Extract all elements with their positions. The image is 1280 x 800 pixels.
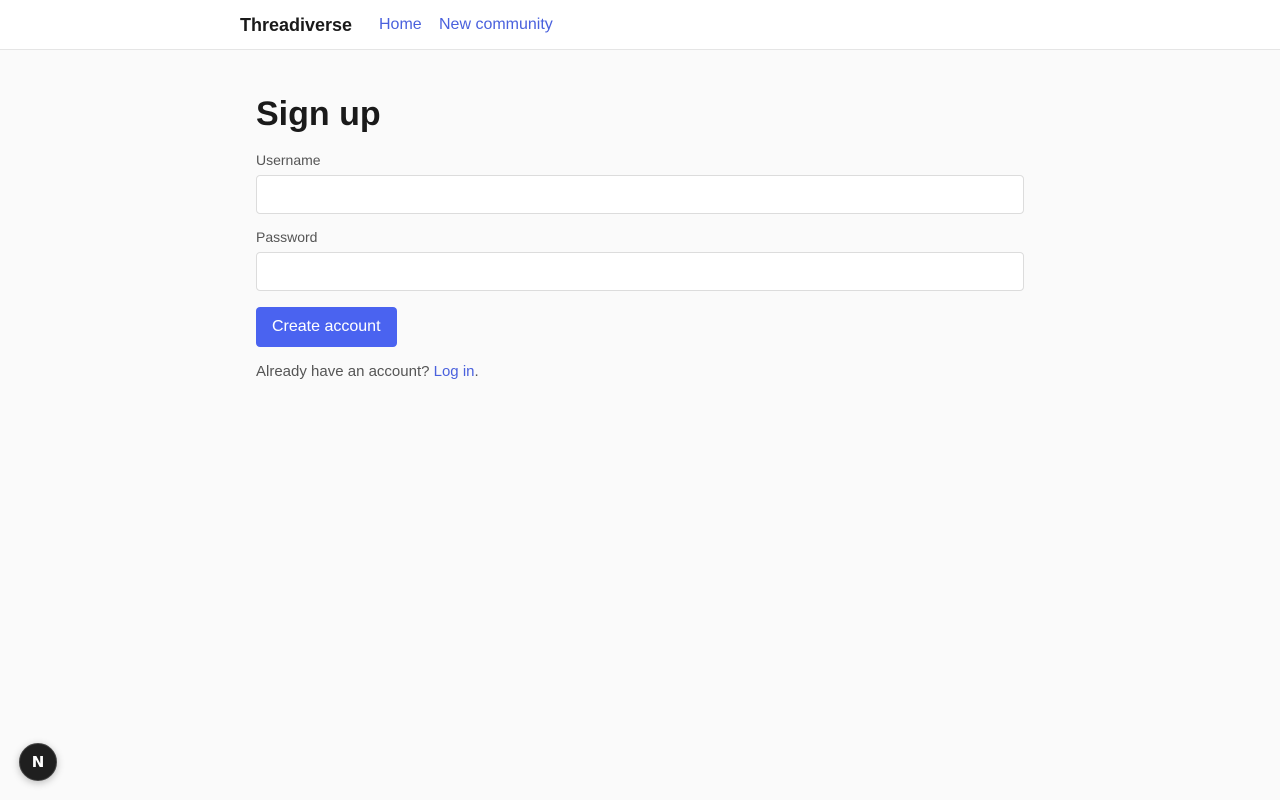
username-input[interactable] bbox=[256, 175, 1024, 214]
create-account-button[interactable]: Create account bbox=[256, 307, 397, 347]
nextjs-logo-icon[interactable]: N bbox=[19, 743, 57, 781]
nav-new-community-link[interactable]: New community bbox=[439, 15, 553, 35]
signup-form: Username Password Create account bbox=[256, 151, 1024, 347]
login-prompt-text: Already have an account? bbox=[256, 363, 430, 380]
username-label: Username bbox=[256, 152, 321, 168]
password-label: Password bbox=[256, 229, 318, 245]
login-prompt: Already have an account? Log in. bbox=[256, 362, 1024, 382]
dev-badge-glyph: N bbox=[31, 753, 45, 771]
signup-form-container: Sign up Username Password Create account… bbox=[256, 90, 1024, 382]
login-prompt-suffix: . bbox=[474, 363, 479, 380]
password-input[interactable] bbox=[256, 252, 1024, 291]
brand-link[interactable]: Threadiverse bbox=[240, 14, 352, 36]
page-title: Sign up bbox=[256, 95, 381, 133]
login-link[interactable]: Log in bbox=[434, 363, 475, 380]
top-navbar: Threadiverse Home New community bbox=[0, 0, 1280, 50]
nav-home-link[interactable]: Home bbox=[379, 15, 422, 35]
